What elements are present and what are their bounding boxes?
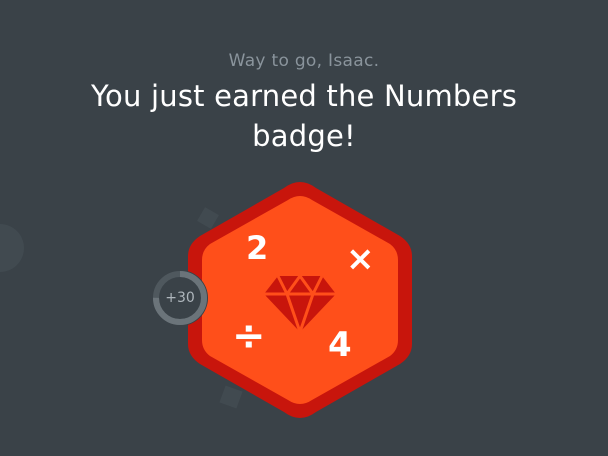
greeting-text: Way to go, Isaac. <box>228 51 380 71</box>
headline-text: You just earned the Numbers badge! <box>90 79 518 153</box>
number-four-symbol: 4 <box>328 325 352 365</box>
numbers-badge: 2 × ÷ 4 <box>186 180 414 420</box>
badge-hexagon <box>188 182 412 418</box>
number-two-symbol: 2 <box>246 229 269 267</box>
background-circle <box>0 224 24 272</box>
divide-symbol: ÷ <box>232 313 266 359</box>
points-label: +30 <box>165 290 195 306</box>
badge-earned-screen: Way to go, Isaac. You just earned the Nu… <box>0 0 608 456</box>
multiply-symbol: × <box>346 239 375 279</box>
points-ring: +30 <box>150 268 214 332</box>
